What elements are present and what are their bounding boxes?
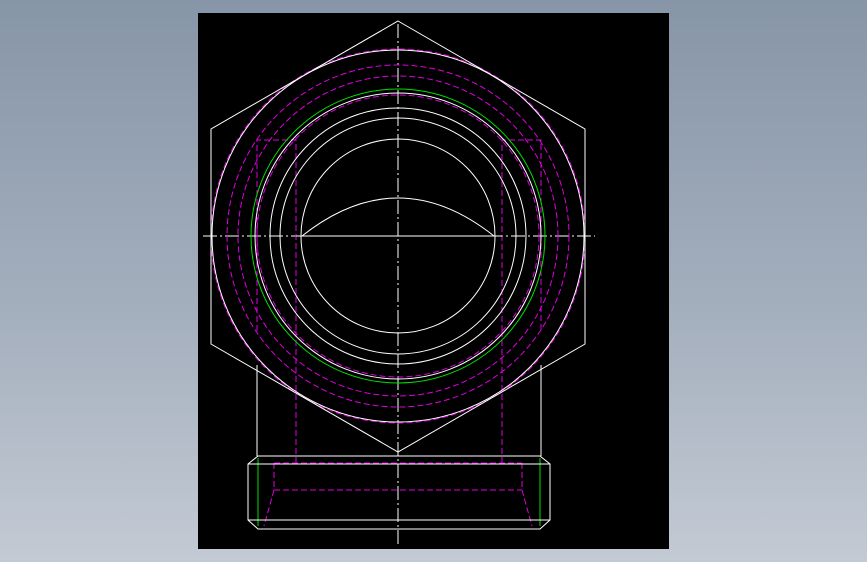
viewport-background [0,0,867,562]
cad-drawing-canvas[interactable] [198,13,669,549]
hidden-spigot-right-taper [521,463,533,527]
threaded-spigot-outline [247,455,551,530]
hidden-spigot-left-taper [263,463,275,527]
fitting-drawing [203,20,595,546]
